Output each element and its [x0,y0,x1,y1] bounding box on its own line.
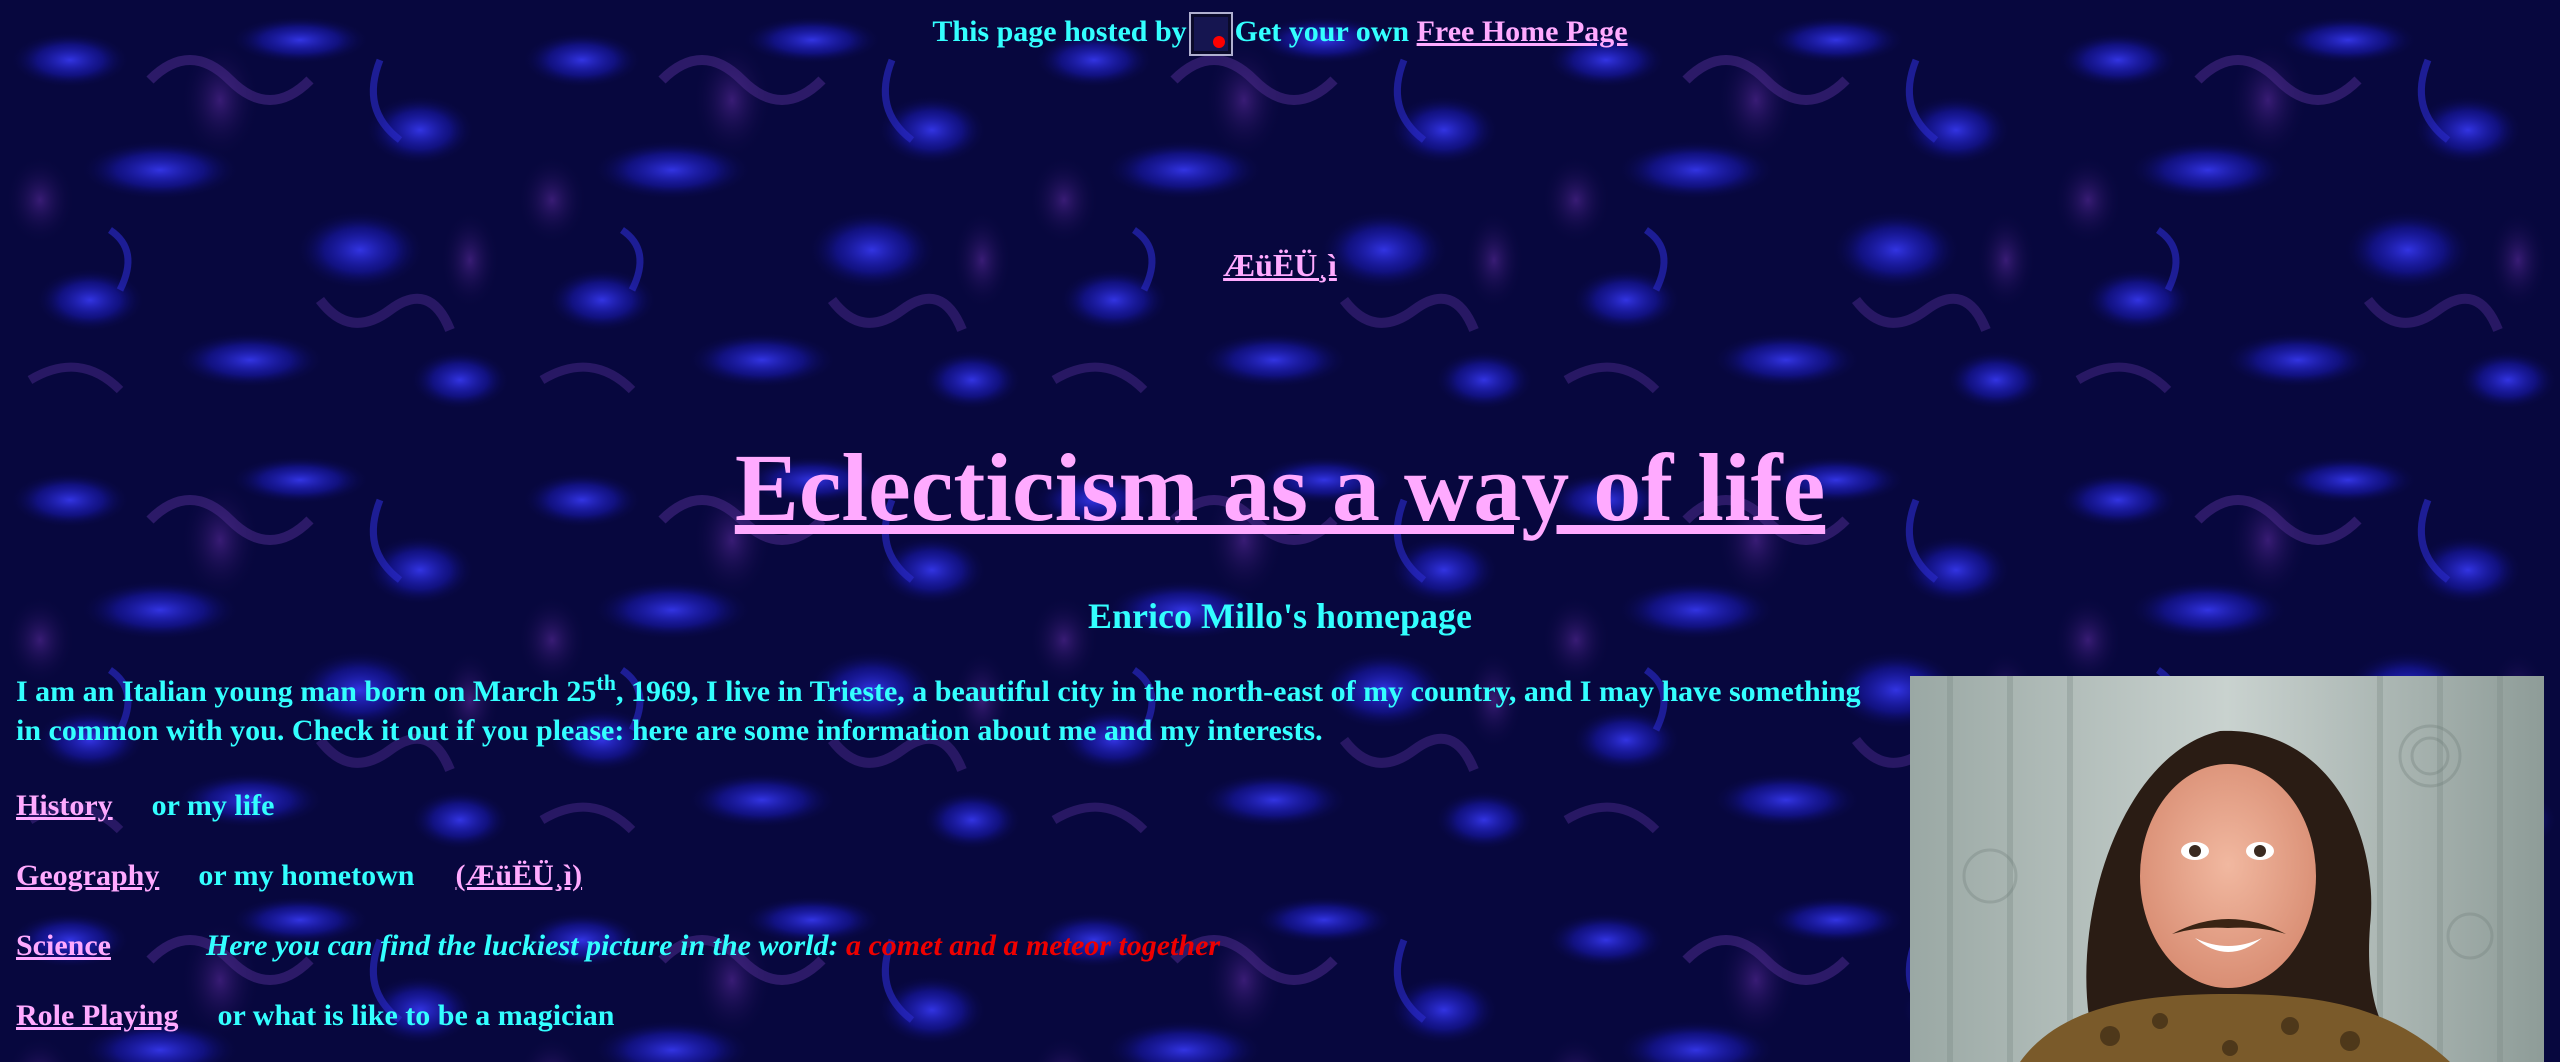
hosted-by-text: This page hosted by [932,15,1187,48]
role-playing-link[interactable]: Role Playing [16,999,179,1032]
role-playing-description: or what is like to be a magician [217,999,615,1032]
title-container: Eclecticism as a way of life [0,428,2560,548]
science-description: Here you can find the luckiest picture i… [205,929,839,962]
geography-link[interactable]: Geography [16,859,159,892]
host-logo-icon[interactable] [1188,12,1233,57]
subtitle: Enrico Millo's homepage [0,595,2560,637]
intro-superscript: th [596,670,616,695]
get-your-own-text: Get your own [1234,15,1410,48]
menu-row-science: Science Here you can find the luckiest p… [16,926,1220,966]
portrait-photo [1910,676,2544,1062]
geography-japanese-link[interactable]: (ÆüËÜ¸ì) [455,859,582,892]
geography-description: or my hometown [198,859,415,892]
subtitle-text: Enrico Millo's homepage [1088,596,1472,636]
menu-row-geography: Geography or my hometown (ÆüËÜ¸ì) [16,856,582,896]
comet-meteor-text: a comet and a meteor together [845,929,1221,962]
history-link[interactable]: History [16,789,113,822]
encoded-link-container: ÆüËÜ¸ì [0,247,2560,284]
intro-text-part1: I am an Italian young man born on March … [16,675,597,708]
free-home-page-link[interactable]: Free Home Page [1417,15,1628,48]
page-title-link[interactable]: Eclecticism as a way of life [735,434,1825,541]
menu-row-history: History or my life [16,786,274,826]
japanese-version-link[interactable]: ÆüËÜ¸ì [1223,247,1337,283]
science-link[interactable]: Science [16,929,111,962]
menu-row-role-playing: Role Playing or what is like to be a mag… [16,996,614,1036]
history-description: or my life [151,789,275,822]
hosting-bar: This page hosted by Get your own Free Hom… [0,12,2560,57]
intro-paragraph: I am an Italian young man born on March … [16,672,1876,750]
